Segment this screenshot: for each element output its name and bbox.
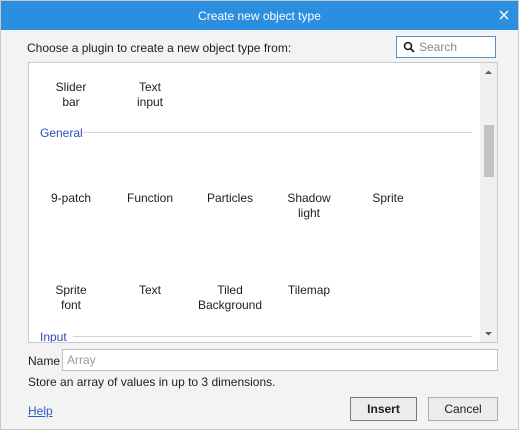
- plugin-item-particles[interactable]: Particles: [190, 191, 270, 206]
- plugin-item-text-input[interactable]: Text input: [110, 80, 190, 110]
- plugin-description: Store an array of values in up to 3 dime…: [28, 375, 276, 389]
- scroll-up-icon[interactable]: [484, 68, 493, 77]
- plugin-item-tiled-background[interactable]: Tiled Background: [190, 283, 270, 313]
- plugin-item-tilemap[interactable]: Tilemap: [269, 283, 349, 298]
- search-input[interactable]: [419, 40, 489, 54]
- insert-button[interactable]: Insert: [350, 397, 417, 421]
- scroll-down-icon[interactable]: [484, 329, 493, 338]
- help-link[interactable]: Help: [28, 404, 53, 418]
- category-input: Input: [40, 330, 67, 343]
- close-icon[interactable]: [496, 7, 512, 23]
- create-object-type-dialog: Create new object type Choose a plugin t…: [0, 0, 519, 430]
- plugin-item-text[interactable]: Text: [110, 283, 190, 298]
- plugin-item-slider-bar[interactable]: Slider bar: [31, 80, 111, 110]
- scrollbar-thumb[interactable]: [484, 125, 494, 177]
- search-icon: [403, 41, 415, 53]
- plugin-item-9-patch[interactable]: 9-patch: [31, 191, 111, 206]
- plugin-list[interactable]: Slider bar Text input General 9-patch Fu…: [28, 62, 498, 343]
- plugin-item-function[interactable]: Function: [110, 191, 190, 206]
- category-divider: [83, 132, 472, 133]
- plugin-item-sprite-font[interactable]: Sprite font: [31, 283, 111, 313]
- dialog-title: Create new object type: [198, 8, 321, 23]
- dialog-titlebar: Create new object type: [1, 1, 518, 30]
- dialog-prompt: Choose a plugin to create a new object t…: [27, 41, 292, 55]
- category-divider: [73, 336, 472, 337]
- search-box[interactable]: [396, 36, 496, 58]
- name-input[interactable]: [62, 349, 498, 371]
- list-scrollbar[interactable]: [480, 63, 497, 342]
- plugin-item-shadow-light[interactable]: Shadow light: [269, 191, 349, 221]
- cancel-button[interactable]: Cancel: [428, 397, 498, 421]
- name-label: Name: [28, 354, 61, 368]
- category-general: General: [40, 126, 83, 140]
- plugin-item-sprite[interactable]: Sprite: [348, 191, 428, 206]
